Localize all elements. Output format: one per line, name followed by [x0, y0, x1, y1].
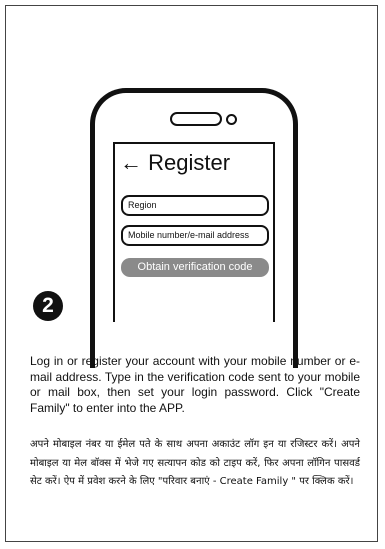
english-instructions: Log in or register your account with you… — [30, 354, 360, 415]
phone-speaker-icon — [170, 112, 222, 126]
mobile-email-field: Mobile number/e-mail address — [121, 225, 269, 246]
obtain-verification-code-button: Obtain verification code — [121, 258, 269, 277]
hindi-instructions: अपने मोबाइल नंबर या ईमेल पते के साथ अपना… — [30, 439, 360, 487]
step-number-badge: 2 — [33, 291, 63, 321]
region-field: Region — [121, 195, 269, 216]
phone-camera-icon — [226, 114, 237, 125]
register-title: ← Register — [120, 150, 231, 175]
